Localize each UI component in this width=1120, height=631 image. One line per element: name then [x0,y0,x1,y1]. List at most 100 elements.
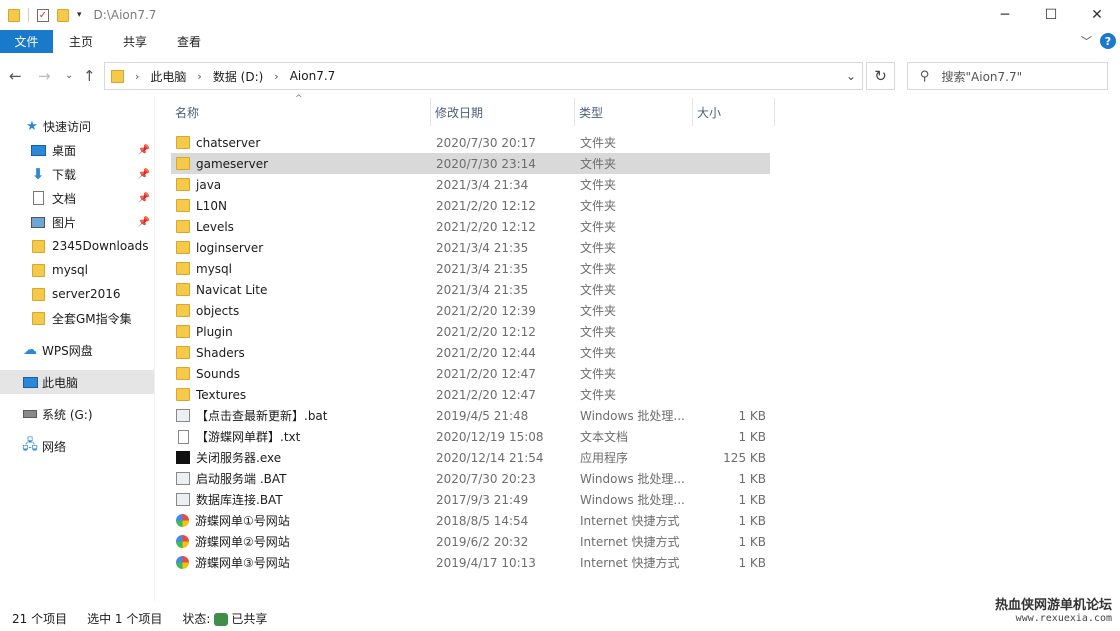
sidebar-item-quick-access[interactable]: ★ 快速访问 [0,114,154,138]
column-header-name[interactable]: 名称 [171,98,431,126]
sidebar-item-label: 系统 (G:) [42,407,93,422]
pin-icon[interactable]: 📌 [138,169,150,180]
sidebar-item-this-pc[interactable]: 此电脑 [0,370,154,394]
file-date: 2021/2/20 12:44 [436,345,536,360]
file-row[interactable]: 游蝶网单③号网站 2019/4/17 10:13 Internet 快捷方式 1 KB [171,552,770,573]
file-name-cell: java [176,174,221,195]
file-row[interactable]: Textures 2021/2/20 12:47 文件夹 [171,384,770,405]
file-type: 文件夹 [580,325,617,339]
close-button[interactable]: ✕ [1074,0,1120,30]
search-placeholder: 搜索"Aion7.7" [941,69,1023,84]
pin-icon[interactable]: 📌 [138,145,150,156]
file-row[interactable]: chatserver 2020/7/30 20:17 文件夹 [171,132,770,153]
folder-icon [176,220,190,233]
file-name: Sounds [196,366,241,381]
folder-icon [176,199,190,212]
sidebar-item-label: 此电脑 [42,375,79,390]
file-row[interactable]: L10N 2021/2/20 12:12 文件夹 [171,195,770,216]
toolbar-divider [28,8,29,22]
back-arrow-icon[interactable]: ← [9,67,22,85]
maximize-button[interactable]: ☐ [1028,0,1074,30]
file-name-cell: 启动服务端 .BAT [176,468,286,489]
file-row[interactable]: objects 2021/2/20 12:39 文件夹 [171,300,770,321]
file-type: 文件夹 [580,178,617,192]
address-bar[interactable]: › 此电脑 › 数据 (D:) › Aion7.7 ⌄ [104,62,863,90]
file-row[interactable]: Shaders 2021/2/20 12:44 文件夹 [171,342,770,363]
batch-file-icon [176,409,190,422]
customize-toolbar-icon[interactable]: ▾ [77,10,82,20]
file-name: Navicat Lite [196,282,268,297]
column-header-date[interactable]: 修改日期 [431,98,575,126]
file-name: 游蝶网单②号网站 [195,535,290,549]
folder-icon[interactable] [8,8,20,22]
file-name-cell: L10N [176,195,227,216]
document-icon [32,191,44,205]
tab-file[interactable]: 文件 [0,30,53,53]
file-row[interactable]: 游蝶网单①号网站 2018/8/5 14:54 Internet 快捷方式 1 KB [171,510,770,531]
chevron-right-icon[interactable]: › [135,70,139,83]
recent-locations-icon[interactable]: ⌄ [65,70,73,81]
forward-arrow-icon[interactable]: → [38,67,51,85]
breadcrumb-this-pc[interactable]: 此电脑 [150,68,186,85]
tab-view[interactable]: 查看 [162,30,216,53]
sidebar-item-mysql[interactable]: mysql [0,258,154,282]
file-name-cell: Textures [176,384,246,405]
breadcrumb-drive-d[interactable]: 数据 (D:) [213,68,263,85]
column-headers: ^ 名称 修改日期 类型 大小 [171,94,775,126]
file-row[interactable]: gameserver 2020/7/30 23:14 文件夹 [171,153,770,174]
sidebar-item-pictures[interactable]: 图片 📌 [0,210,154,234]
file-row[interactable]: 【游蝶网单群】.txt 2020/12/19 15:08 文本文档 1 KB [171,426,770,447]
pin-icon[interactable]: 📌 [138,217,150,228]
chevron-right-icon[interactable]: › [274,70,278,83]
properties-icon[interactable]: ✓ [37,8,49,22]
file-row[interactable]: loginserver 2021/3/4 21:35 文件夹 [171,237,770,258]
file-date: 2019/6/2 20:32 [436,534,529,549]
new-folder-icon[interactable] [57,8,69,22]
file-row[interactable]: Navicat Lite 2021/3/4 21:35 文件夹 [171,279,770,300]
sidebar-item-gm-commands[interactable]: 全套GM指令集 [0,306,154,330]
file-date: 2017/9/3 21:49 [436,492,529,507]
file-row[interactable]: 【点击查最新更新】.bat 2019/4/5 21:48 Windows 批处理..… [171,405,770,426]
file-name-cell: chatserver [176,132,260,153]
file-row[interactable]: Sounds 2021/2/20 12:47 文件夹 [171,363,770,384]
tab-home[interactable]: 主页 [54,30,108,53]
file-name-cell: 【游蝶网单群】.txt [176,426,300,447]
column-header-size[interactable]: 大小 [693,98,775,126]
sidebar-item-server2016[interactable]: server2016 [0,282,154,306]
file-type: 文件夹 [580,388,617,402]
sidebar-item-wps-cloud[interactable]: ☁ WPS网盘 [0,338,154,362]
up-arrow-icon[interactable]: ↑ [83,67,96,85]
drive-icon [23,410,37,418]
tab-share[interactable]: 共享 [108,30,162,53]
file-row[interactable]: Plugin 2021/2/20 12:12 文件夹 [171,321,770,342]
file-size: 1 KB [738,408,766,423]
file-row[interactable]: 启动服务端 .BAT 2020/7/30 20:23 Windows 批处理... 1… [171,468,770,489]
expand-ribbon-icon[interactable]: ﹀ [1081,33,1092,49]
help-icon[interactable]: ? [1100,33,1116,49]
chevron-down-icon[interactable]: ⌄ [846,69,856,83]
minimize-button[interactable]: ─ [982,0,1028,30]
breadcrumb-aion[interactable]: Aion7.7 [290,69,336,83]
sidebar-item-desktop[interactable]: 桌面 📌 [0,138,154,162]
chevron-right-icon[interactable]: › [197,70,201,83]
sidebar-item-documents[interactable]: 文档 📌 [0,186,154,210]
file-row[interactable]: mysql 2021/3/4 21:35 文件夹 [171,258,770,279]
sidebar-item-drive-g[interactable]: 系统 (G:) [0,402,154,426]
sidebar-item-label: 桌面 [52,143,77,158]
file-size: 1 KB [738,534,766,549]
sidebar-item-downloads[interactable]: ⬇ 下载 📌 [0,162,154,186]
file-name: objects [196,303,240,318]
column-header-type[interactable]: 类型 [575,98,693,126]
file-row[interactable]: 数据库连接.BAT 2017/9/3 21:49 Windows 批处理... 1 K… [171,489,770,510]
sidebar-item-network[interactable]: 🖧 网络 [0,434,154,458]
sidebar-item-label: 文档 [52,191,77,206]
window-title: D:\Aion7.7 [93,8,157,22]
sidebar-item-2345downloads[interactable]: 2345Downloads [0,234,154,258]
file-row[interactable]: java 2021/3/4 21:34 文件夹 [171,174,770,195]
search-input[interactable]: ⚲ 搜索"Aion7.7" [907,62,1108,90]
file-row[interactable]: Levels 2021/2/20 12:12 文件夹 [171,216,770,237]
refresh-button[interactable]: ↻ [866,62,895,90]
file-row[interactable]: 游蝶网单②号网站 2019/6/2 20:32 Internet 快捷方式 1 KB [171,531,770,552]
file-row[interactable]: 关闭服务器.exe 2020/12/14 21:54 应用程序 125 KB [171,447,770,468]
pin-icon[interactable]: 📌 [138,193,150,204]
